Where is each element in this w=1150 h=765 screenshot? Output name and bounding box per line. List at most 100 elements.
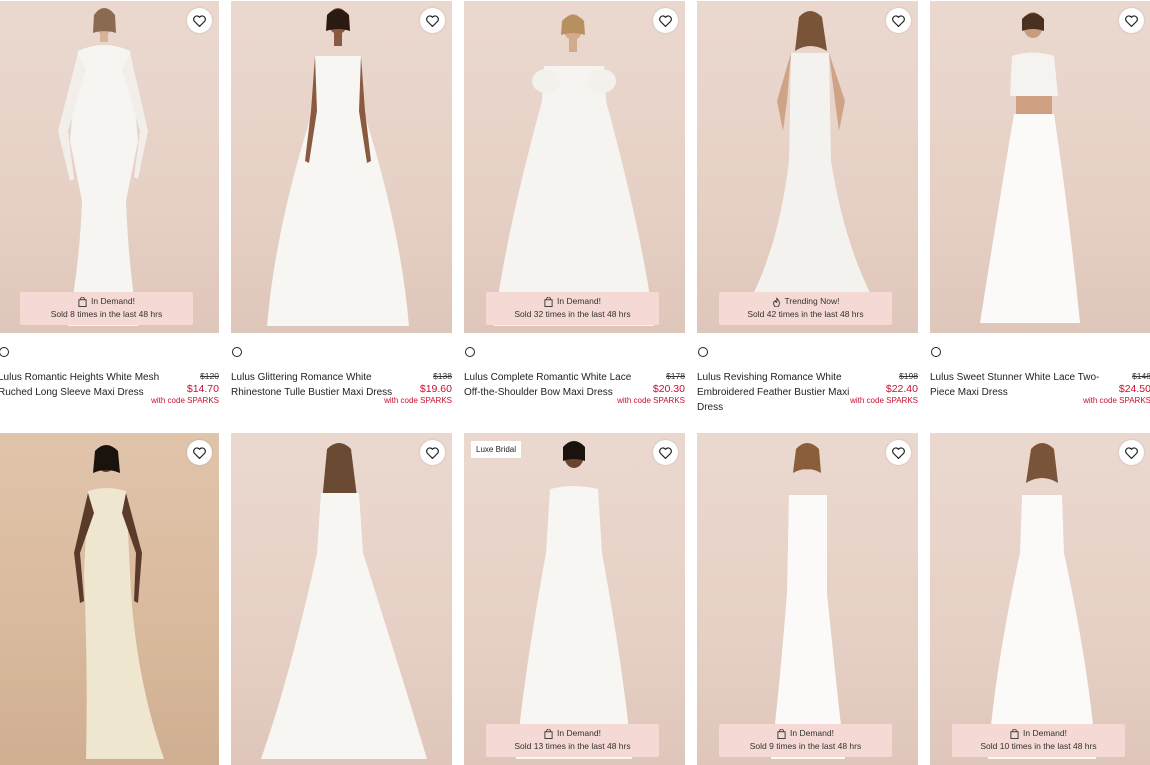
- product-card[interactable]: In Demand! Sold 9 times in the last 48 h…: [697, 433, 918, 765]
- wishlist-button[interactable]: [653, 440, 678, 465]
- shopping-bag-icon: [78, 296, 87, 307]
- heart-icon: [659, 446, 672, 459]
- wishlist-button[interactable]: [420, 440, 445, 465]
- original-price: $148: [1132, 371, 1150, 381]
- promo-code-text: with code SPARKS: [384, 396, 452, 405]
- popularity-badge: In Demand! Sold 8 times in the last 48 h…: [20, 292, 193, 325]
- sale-price: $20.30: [652, 383, 685, 395]
- model-photo: [494, 14, 654, 326]
- product-name[interactable]: Lulus Romantic Heights White Mesh Ruched…: [0, 370, 168, 400]
- sale-price: $22.40: [885, 383, 918, 395]
- product-card[interactable]: [231, 433, 452, 765]
- badge-title: In Demand!: [91, 296, 135, 306]
- badge-detail: Sold 42 times in the last 48 hrs: [747, 309, 864, 319]
- product-name[interactable]: Lulus Revishing Romance White Embroidere…: [697, 370, 867, 415]
- popularity-badge: In Demand! Sold 13 times in the last 48 …: [486, 724, 659, 757]
- product-card[interactable]: Luxe Bridal In Demand! Sold 13 times in …: [464, 433, 685, 765]
- luxe-bridal-tag: Luxe Bridal: [471, 441, 522, 458]
- model-photo: [737, 11, 887, 323]
- badge-detail: Sold 8 times in the last 48 hrs: [50, 309, 163, 319]
- heart-icon: [426, 14, 439, 27]
- product-card[interactable]: Trending Now! Sold 42 times in the last …: [697, 1, 918, 418]
- badge-title: In Demand!: [557, 296, 601, 306]
- heart-icon: [1125, 14, 1138, 27]
- heart-icon: [193, 446, 206, 459]
- popularity-badge: Trending Now! Sold 42 times in the last …: [719, 292, 892, 325]
- product-card[interactable]: [0, 433, 219, 765]
- heart-icon: [659, 14, 672, 27]
- wishlist-button[interactable]: [1119, 440, 1144, 465]
- badge-title: In Demand!: [790, 728, 834, 738]
- product-name[interactable]: Lulus Glittering Romance White Rhineston…: [231, 370, 401, 400]
- heart-icon: [892, 446, 905, 459]
- original-price: $138: [433, 371, 452, 381]
- wishlist-button[interactable]: [653, 8, 678, 33]
- model-photo: [267, 8, 409, 326]
- product-card[interactable]: In Demand! Sold 32 times in the last 48 …: [464, 1, 685, 418]
- popularity-badge: In Demand! Sold 10 times in the last 48 …: [952, 724, 1125, 757]
- wishlist-button[interactable]: [187, 440, 212, 465]
- heart-icon: [426, 446, 439, 459]
- wishlist-button[interactable]: [886, 440, 911, 465]
- sale-price: $19.60: [419, 383, 452, 395]
- product-image[interactable]: [930, 1, 1150, 333]
- product-card[interactable]: In Demand! Sold 8 times in the last 48 h…: [0, 1, 219, 418]
- model-photo: [988, 443, 1096, 759]
- product-card[interactable]: Lulus Sweet Stunner White Lace Two-Piece…: [930, 1, 1150, 418]
- model-photo: [771, 443, 845, 759]
- wishlist-button[interactable]: [420, 8, 445, 33]
- promo-code-text: with code SPARKS: [617, 396, 685, 405]
- wishlist-button[interactable]: [886, 8, 911, 33]
- model-photo: [74, 445, 164, 759]
- product-image[interactable]: Luxe Bridal In Demand! Sold 13 times in …: [464, 433, 685, 765]
- model-photo: [980, 12, 1080, 323]
- model-photo: [516, 441, 632, 759]
- color-swatch[interactable]: [232, 347, 242, 357]
- badge-detail: Sold 9 times in the last 48 hrs: [749, 741, 862, 751]
- product-image[interactable]: Trending Now! Sold 42 times in the last …: [697, 1, 918, 333]
- badge-title: Trending Now!: [784, 296, 840, 306]
- badge-title: In Demand!: [1023, 728, 1067, 738]
- shopping-bag-icon: [1010, 728, 1019, 739]
- badge-title: In Demand!: [557, 728, 601, 738]
- promo-code-text: with code SPARKS: [151, 396, 219, 405]
- model-photo: [261, 443, 427, 759]
- heart-icon: [1125, 446, 1138, 459]
- product-image[interactable]: In Demand! Sold 8 times in the last 48 h…: [0, 1, 219, 333]
- color-swatch[interactable]: [931, 347, 941, 357]
- badge-detail: Sold 32 times in the last 48 hrs: [514, 309, 631, 319]
- product-image[interactable]: In Demand! Sold 9 times in the last 48 h…: [697, 433, 918, 765]
- shopping-bag-icon: [544, 728, 553, 739]
- heart-icon: [193, 14, 206, 27]
- sale-price: $24.50: [1118, 383, 1150, 395]
- product-image[interactable]: [0, 433, 219, 765]
- flame-icon: [772, 297, 780, 307]
- badge-detail: Sold 10 times in the last 48 hrs: [980, 741, 1097, 751]
- color-swatch[interactable]: [0, 347, 9, 357]
- wishlist-button[interactable]: [1119, 8, 1144, 33]
- product-image[interactable]: [231, 1, 452, 333]
- wishlist-button[interactable]: [187, 8, 212, 33]
- heart-icon: [892, 14, 905, 27]
- promo-code-text: with code SPARKS: [850, 396, 918, 405]
- original-price: $178: [666, 371, 685, 381]
- sale-price: $14.70: [186, 383, 219, 395]
- product-card[interactable]: Lulus Glittering Romance White Rhineston…: [231, 1, 452, 418]
- shopping-bag-icon: [777, 728, 786, 739]
- product-card[interactable]: In Demand! Sold 10 times in the last 48 …: [930, 433, 1150, 765]
- color-swatch[interactable]: [698, 347, 708, 357]
- product-name[interactable]: Lulus Complete Romantic White Lace Off-t…: [464, 370, 634, 400]
- promo-code-text: with code SPARKS: [1083, 396, 1150, 405]
- popularity-badge: In Demand! Sold 9 times in the last 48 h…: [719, 724, 892, 757]
- product-image[interactable]: [231, 433, 452, 765]
- original-price: $120: [200, 371, 219, 381]
- model-photo: [58, 8, 148, 326]
- shopping-bag-icon: [544, 296, 553, 307]
- product-image[interactable]: In Demand! Sold 10 times in the last 48 …: [930, 433, 1150, 765]
- color-swatch[interactable]: [465, 347, 475, 357]
- product-image[interactable]: In Demand! Sold 32 times in the last 48 …: [464, 1, 685, 333]
- original-price: $198: [899, 371, 918, 381]
- badge-detail: Sold 13 times in the last 48 hrs: [514, 741, 631, 751]
- popularity-badge: In Demand! Sold 32 times in the last 48 …: [486, 292, 659, 325]
- product-name[interactable]: Lulus Sweet Stunner White Lace Two-Piece…: [930, 370, 1100, 400]
